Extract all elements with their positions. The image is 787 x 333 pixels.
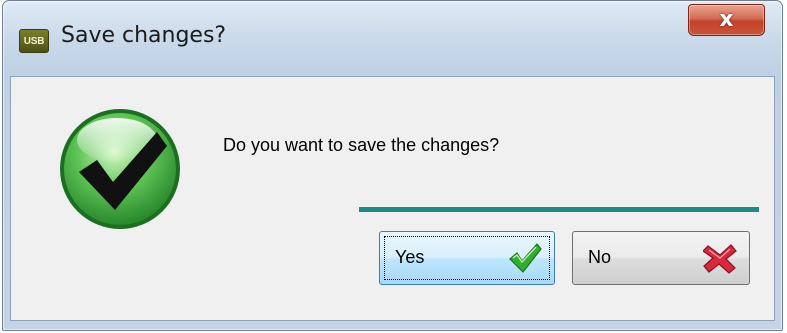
dialog-content: Do you want to save the changes? Yes No [10, 76, 775, 321]
divider [359, 207, 759, 212]
green-check-circle-icon [60, 109, 180, 229]
yes-button[interactable]: Yes [379, 231, 555, 285]
app-icon: USB [19, 29, 49, 53]
dialog-message: Do you want to save the changes? [223, 135, 500, 155]
close-icon: x [719, 6, 734, 32]
dialog-window: USB Save changes? x Do you want to save … [2, 0, 783, 331]
green-check-icon [509, 243, 542, 273]
dialog-title: Save changes? [61, 23, 227, 48]
title-bar[interactable]: USB Save changes? x [3, 1, 782, 76]
no-button[interactable]: No [572, 231, 750, 285]
no-button-label: No [588, 247, 612, 267]
yes-button-label: Yes [395, 247, 425, 267]
close-button[interactable]: x [688, 4, 765, 36]
red-x-icon [703, 244, 737, 274]
